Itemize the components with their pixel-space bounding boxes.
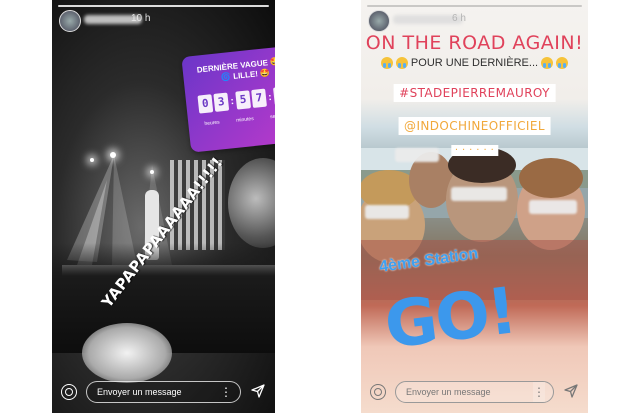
message-bar: Envoyer un message ⋮ xyxy=(52,381,275,405)
send-icon[interactable] xyxy=(251,384,265,398)
face-blur xyxy=(395,148,439,162)
countdown-digit: 0 xyxy=(197,94,214,114)
face-blur xyxy=(451,187,507,201)
crying-emoji-icon xyxy=(395,57,408,70)
face-blur xyxy=(365,205,409,219)
story-right[interactable]: 6 h ON THE ROAD AGAIN! POUR UNE DERNIÈRE… xyxy=(361,0,588,413)
message-placeholder: Envoyer un message xyxy=(406,387,491,397)
story-subtitle: POUR UNE DERNIÈRE... xyxy=(361,57,588,70)
hashtag-sticker[interactable]: #STADEPIERREMAUROY xyxy=(393,84,556,102)
crowd-highlight xyxy=(82,323,172,383)
countdown-digit: 3 xyxy=(213,92,230,112)
more-vertical-icon[interactable]: ⋮ xyxy=(533,382,545,402)
stage-light xyxy=(90,158,94,162)
face-blur xyxy=(529,200,577,214)
mention-sticker[interactable]: @INDOCHINEOFFICIEL xyxy=(398,117,551,135)
countdown-digit: 7 xyxy=(251,88,267,108)
countdown-digits: 0 3 : 5 7 : 0 1 xyxy=(197,85,275,114)
mention-sticker-extra: · · · · · · xyxy=(450,145,499,156)
more-vertical-icon[interactable]: ⋮ xyxy=(220,382,232,402)
go-caption: GO! xyxy=(380,274,520,364)
send-icon[interactable] xyxy=(564,384,578,398)
countdown-sticker[interactable]: DERNIÈRE VAGUE 🤩 💥 🌀 LILLE! 🤩 › 0 3 : 5 … xyxy=(181,43,275,153)
countdown-digit: 5 xyxy=(235,90,252,110)
camera-icon[interactable] xyxy=(61,384,77,400)
countdown-digit: 0 xyxy=(273,86,275,106)
message-input[interactable]: Envoyer un message ⋮ xyxy=(86,381,241,403)
crying-emoji-icon xyxy=(541,57,554,70)
countdown-minutes-label: minutes xyxy=(235,115,255,124)
stage-light xyxy=(150,170,154,174)
camera-icon[interactable] xyxy=(370,384,386,400)
subtitle-text: POUR UNE DERNIÈRE... xyxy=(410,57,539,69)
crying-emoji-icon xyxy=(380,57,393,70)
message-bar: Envoyer un message ⋮ xyxy=(361,381,588,405)
countdown-seconds-label: secondes xyxy=(269,111,275,121)
countdown-separator: : xyxy=(229,95,235,107)
message-placeholder: Envoyer un message xyxy=(97,387,182,397)
countdown-separator: : xyxy=(267,91,273,103)
story-left[interactable]: 10 h DERNIÈRE VAGUE 🤩 💥 🌀 LILLE! 🤩 › 0 3… xyxy=(52,0,275,413)
message-input[interactable]: Envoyer un message ⋮ xyxy=(395,381,554,403)
stage-light xyxy=(110,152,116,158)
story-title: ON THE ROAD AGAIN! xyxy=(365,32,584,54)
crying-emoji-icon xyxy=(556,57,569,70)
countdown-title: DERNIÈRE VAGUE 🤩 💥 🌀 LILLE! 🤩 xyxy=(196,56,275,83)
countdown-hours-label: heures xyxy=(204,119,220,128)
